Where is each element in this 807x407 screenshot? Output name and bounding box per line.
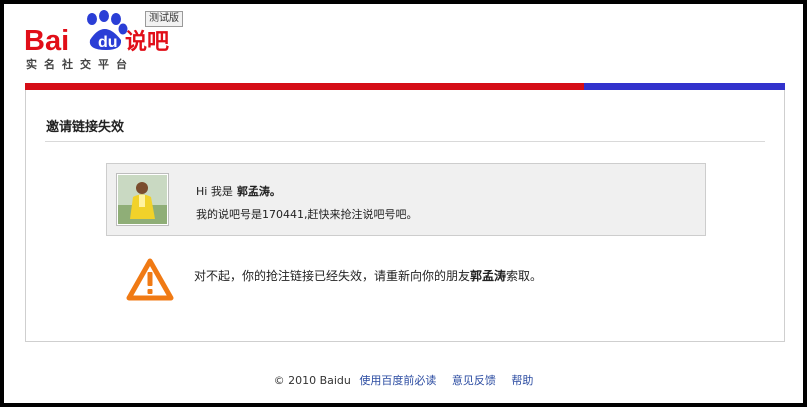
help-link[interactable]: 帮助: [511, 374, 533, 387]
title-divider: [45, 141, 765, 142]
invite-greeting-line: Hi 我是 郭孟涛。: [196, 183, 281, 199]
svg-text:du: du: [98, 34, 118, 51]
warning-text-before: 对不起，你的抢注链接已经失效，请重新向你的朋友: [194, 269, 471, 283]
beta-badge: 测试版: [145, 11, 183, 27]
copyright-text: © 2010 Baidu: [273, 374, 351, 387]
svg-text:Bai: Bai: [24, 25, 69, 57]
tagline: 实名社交平台: [26, 58, 134, 71]
feedback-link[interactable]: 意见反馈: [452, 374, 496, 387]
warning-friend-name: 郭孟涛: [470, 269, 507, 283]
inviter-name: 郭孟涛。: [236, 185, 281, 198]
greeting-text: Hi 我是: [196, 185, 233, 198]
expired-link-message: 对不起，你的抢注链接已经失效，请重新向你的朋友郭孟涛索取。: [194, 267, 542, 284]
page-title: 邀请链接失效: [46, 120, 125, 135]
invite-box: Hi 我是 郭孟涛。 我的说吧号是170441,赶快来抢注说吧号吧。: [106, 163, 706, 236]
svg-text:说吧: 说吧: [125, 29, 169, 55]
terms-link[interactable]: 使用百度前必读: [359, 374, 436, 387]
user-photo-icon: [118, 175, 167, 224]
brand-color-bar: [25, 83, 785, 90]
brand-bar-red: [25, 83, 584, 90]
warning-text-after: 索取。: [506, 269, 543, 283]
content-card: 邀请链接失效 Hi 我是 郭孟涛。 我的说吧号是170441,赶快来抢注说吧号吧。: [25, 90, 785, 342]
footer: © 2010 Baidu 使用百度前必读 意见反馈 帮助: [4, 372, 803, 388]
page: du Bai 说吧 测试版 实名社交平台 邀请链接失效 Hi 我是 郭孟涛。 我…: [4, 4, 803, 403]
invite-message: 我的说吧号是170441,赶快来抢注说吧号吧。: [196, 208, 418, 221]
avatar[interactable]: [116, 173, 169, 226]
brand-bar-blue: [584, 83, 785, 90]
warning-triangle-icon: [126, 258, 174, 301]
